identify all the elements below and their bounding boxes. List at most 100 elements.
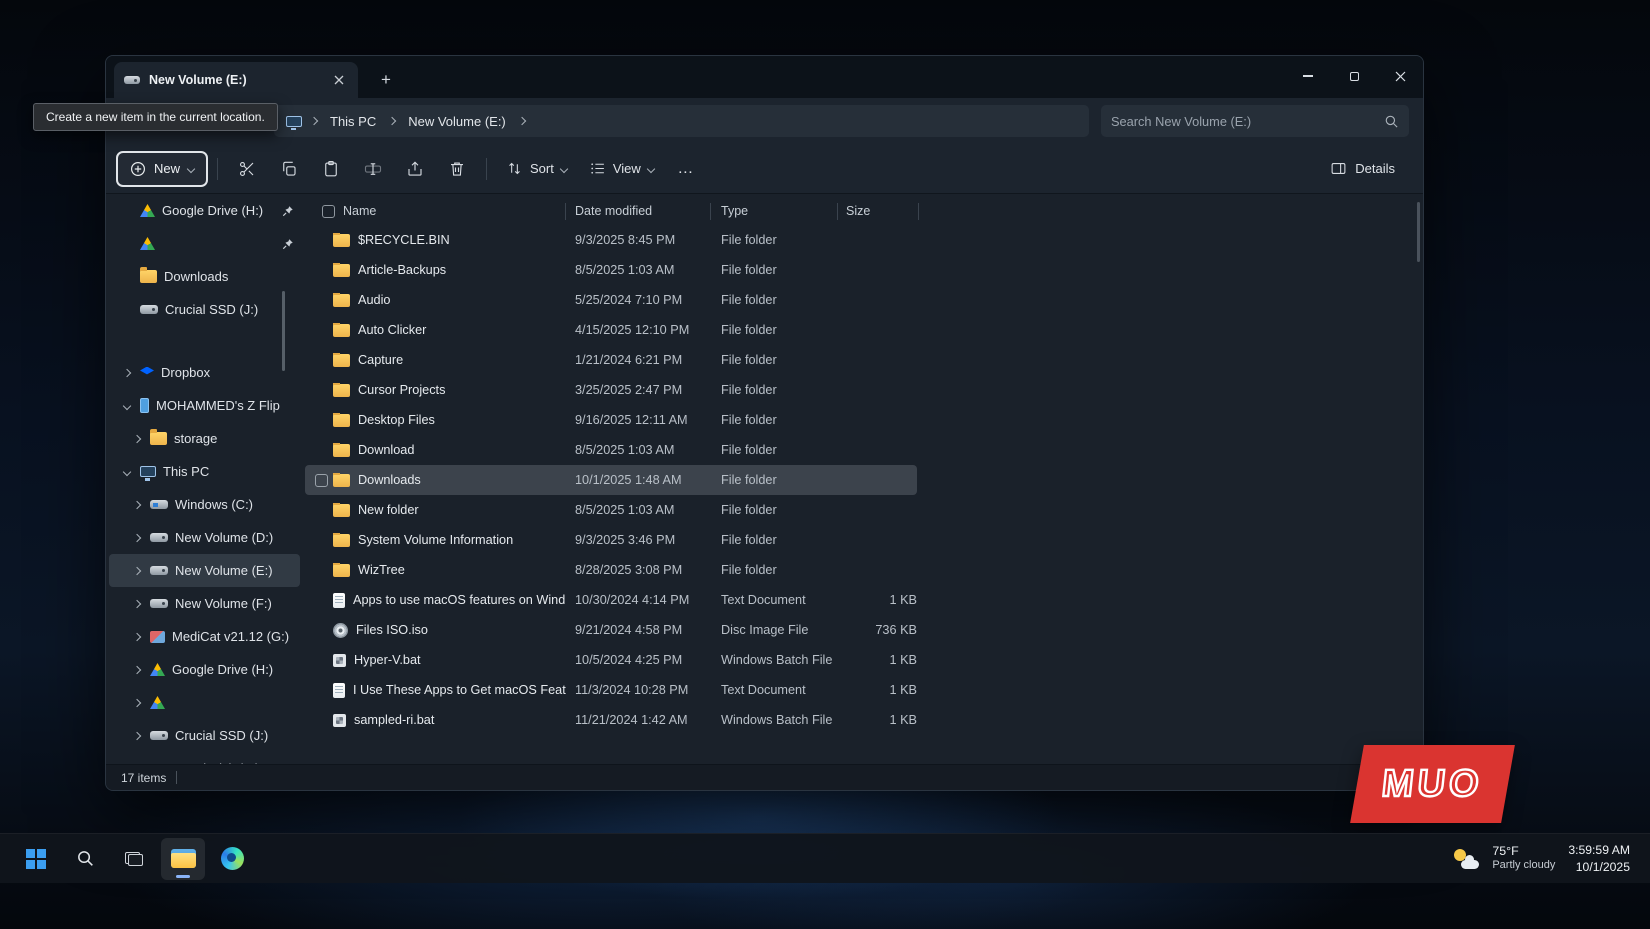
- file-row[interactable]: Hyper-V.bat 10/5/2024 4:25 PM Windows Ba…: [305, 645, 917, 675]
- column-header-type-label: Type: [721, 204, 748, 218]
- file-row[interactable]: Capture 1/21/2024 6:21 PM File folder: [305, 345, 917, 375]
- breadcrumb-chevron-icon[interactable]: [518, 117, 526, 125]
- file-row[interactable]: I Use These Apps to Get macOS Featu… 11/…: [305, 675, 917, 705]
- file-row[interactable]: Downloads 10/1/2025 1:48 AM File folder: [305, 465, 917, 495]
- chevron-icon[interactable]: [133, 599, 141, 607]
- column-header-type[interactable]: Type: [711, 203, 838, 220]
- view-button[interactable]: View: [579, 151, 664, 187]
- search-icon: [76, 849, 95, 868]
- file-row[interactable]: Apps to use macOS features on Wind… 10/3…: [305, 585, 917, 615]
- file-row[interactable]: New folder 8/5/2025 1:03 AM File folder: [305, 495, 917, 525]
- select-all-checkbox[interactable]: [322, 205, 335, 218]
- details-view-button[interactable]: Details: [1320, 151, 1405, 187]
- file-row[interactable]: Desktop Files 9/16/2025 12:11 AM File fo…: [305, 405, 917, 435]
- file-explorer-taskbar-button[interactable]: [161, 838, 205, 880]
- file-name-cell: WizTree: [328, 563, 566, 577]
- start-button[interactable]: [14, 838, 58, 880]
- rename-button[interactable]: [353, 151, 393, 187]
- new-button[interactable]: New: [116, 151, 208, 187]
- close-icon: [1395, 71, 1406, 82]
- file-row[interactable]: Files ISO.iso 9/21/2024 4:58 PM Disc Ima…: [305, 615, 917, 645]
- sidebar-item[interactable]: Windows (C:): [109, 488, 300, 521]
- file-row[interactable]: System Volume Information 9/3/2025 3:46 …: [305, 525, 917, 555]
- sidebar-item[interactable]: storage: [109, 422, 300, 455]
- file-date-modified: 5/25/2024 7:10 PM: [566, 293, 711, 307]
- file-list-scrollbar[interactable]: [1417, 202, 1420, 262]
- sidebar-item[interactable]: New Volume (E:): [109, 554, 300, 587]
- file-row[interactable]: Cursor Projects 3/25/2025 2:47 PM File f…: [305, 375, 917, 405]
- chevron-icon[interactable]: [133, 533, 141, 541]
- sidebar-item[interactable]: [109, 686, 300, 719]
- breadcrumb-new-volume-e[interactable]: New Volume (E:): [404, 111, 510, 132]
- chevron-icon[interactable]: [133, 632, 141, 640]
- taskbar-search-button[interactable]: [63, 838, 107, 880]
- new-button-label: New: [154, 161, 180, 176]
- chevron-icon[interactable]: [133, 566, 141, 574]
- file-size: 1 KB: [838, 593, 923, 607]
- sort-button[interactable]: Sort: [496, 151, 577, 187]
- taskbar-app-button[interactable]: [210, 838, 254, 880]
- weather-widget[interactable]: 75°F Partly cloudy: [1492, 844, 1555, 873]
- sidebar-item[interactable]: [109, 227, 300, 260]
- explorer-tab[interactable]: New Volume (E:): [114, 62, 358, 98]
- close-button[interactable]: [1377, 56, 1423, 96]
- sidebar-item-label: New Volume (F:): [175, 596, 294, 611]
- chevron-icon[interactable]: [133, 434, 141, 442]
- new-tab-button[interactable]: +: [374, 67, 398, 91]
- search-box[interactable]: [1101, 105, 1409, 137]
- delete-button[interactable]: [437, 151, 477, 187]
- sidebar-item[interactable]: MediCat v21.12 (G:): [109, 620, 300, 653]
- chevron-icon[interactable]: [133, 500, 141, 508]
- column-header-date-modified[interactable]: Date modified: [566, 203, 711, 220]
- file-row[interactable]: sampled-ri.bat 11/21/2024 1:42 AM Window…: [305, 705, 917, 735]
- chevron-icon[interactable]: [123, 401, 131, 409]
- taskbar-clock[interactable]: 3:59:59 AM 10/1/2025: [1568, 842, 1630, 875]
- file-row[interactable]: Auto Clicker 4/15/2025 12:10 PM File fol…: [305, 315, 917, 345]
- file-name: I Use These Apps to Get macOS Featu…: [353, 683, 566, 697]
- minimize-button[interactable]: [1285, 56, 1331, 96]
- chevron-icon[interactable]: [133, 698, 141, 706]
- chevron-icon[interactable]: [133, 731, 141, 739]
- more-options-button[interactable]: …: [666, 151, 706, 187]
- file-row[interactable]: $RECYCLE.BIN 9/3/2025 8:45 PM File folde…: [305, 225, 917, 255]
- address-bar[interactable]: This PC New Volume (E:): [274, 105, 1089, 137]
- chevron-icon[interactable]: [123, 368, 131, 376]
- sidebar-item[interactable]: New Volume (D:): [109, 521, 300, 554]
- share-button[interactable]: [395, 151, 435, 187]
- sidebar-item[interactable]: Local Disk (K:): [109, 752, 300, 764]
- sidebar-item-icon: [140, 270, 157, 283]
- sidebar-scrollbar[interactable]: [282, 291, 285, 371]
- file-row[interactable]: Article-Backups 8/5/2025 1:03 AM File fo…: [305, 255, 917, 285]
- maximize-button[interactable]: [1331, 56, 1377, 96]
- cut-button[interactable]: [227, 151, 267, 187]
- search-input[interactable]: [1111, 114, 1376, 129]
- file-row[interactable]: WizTree 8/28/2025 3:08 PM File folder: [305, 555, 917, 585]
- column-header-name[interactable]: Name: [303, 203, 566, 220]
- sidebar-item[interactable]: Dropbox: [109, 356, 300, 389]
- file-type: File folder: [711, 263, 838, 277]
- chevron-slot: [121, 469, 133, 475]
- chevron-icon[interactable]: [123, 467, 131, 475]
- sidebar-item[interactable]: MOHAMMED's Z Flip: [109, 389, 300, 422]
- tab-close-icon[interactable]: [330, 71, 348, 89]
- breadcrumb-this-pc[interactable]: This PC: [326, 111, 380, 132]
- sidebar-item[interactable]: Google Drive (H:): [109, 653, 300, 686]
- file-name-cell: Article-Backups: [328, 263, 566, 277]
- chevron-slot: [131, 436, 143, 442]
- sidebar-item[interactable]: This PC: [109, 455, 300, 488]
- sidebar-item[interactable]: New Volume (F:): [109, 587, 300, 620]
- sidebar-item[interactable]: Crucial SSD (J:): [109, 293, 300, 326]
- paste-button[interactable]: [311, 151, 351, 187]
- file-name: WizTree: [358, 563, 405, 577]
- task-view-button[interactable]: [112, 838, 156, 880]
- sidebar-item[interactable]: Google Drive (H:): [109, 194, 300, 227]
- sidebar-item[interactable]: Downloads: [109, 260, 300, 293]
- column-header-size[interactable]: Size: [838, 203, 919, 220]
- copy-button[interactable]: [269, 151, 309, 187]
- row-checkbox[interactable]: [315, 474, 328, 487]
- sidebar-item[interactable]: Crucial SSD (J:): [109, 719, 300, 752]
- file-row[interactable]: Download 8/5/2025 1:03 AM File folder: [305, 435, 917, 465]
- file-row[interactable]: Audio 5/25/2024 7:10 PM File folder: [305, 285, 917, 315]
- chevron-icon[interactable]: [133, 665, 141, 673]
- file-type: File folder: [711, 563, 838, 577]
